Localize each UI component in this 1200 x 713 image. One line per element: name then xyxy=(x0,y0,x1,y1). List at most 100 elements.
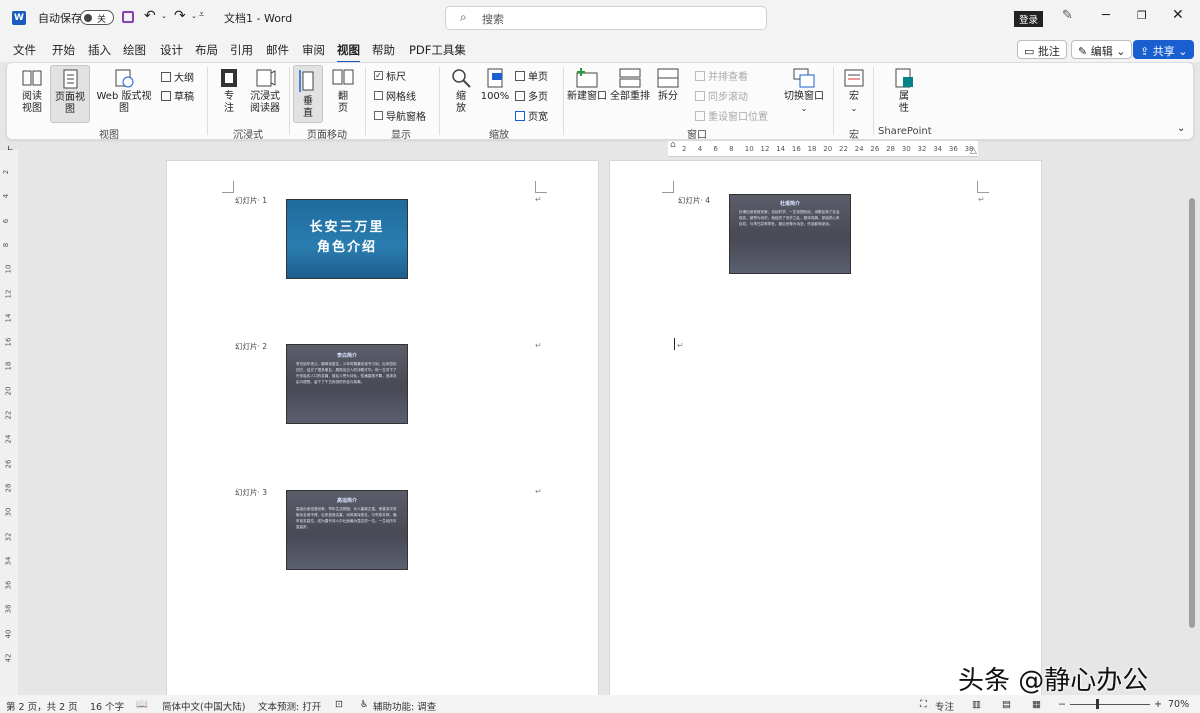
slide-thumbnail-2[interactable]: 李白简介 李白幼年丧父，随母亲居住，少年时期喜欢读书习剑。后来游历四方，结交了很… xyxy=(286,344,408,424)
accessibility-status[interactable]: 辅助功能: 调查 xyxy=(373,699,436,713)
nav-pane-checkbox[interactable]: 导航窗格 xyxy=(374,108,426,123)
zoom-in-icon[interactable]: + xyxy=(1154,699,1162,710)
web-layout-button[interactable]: Web 版式视图 xyxy=(93,67,155,115)
redo-icon[interactable]: ↷ xyxy=(174,8,186,24)
tab-view[interactable]: 视图 xyxy=(337,42,360,63)
zoom-100-button[interactable]: 100% xyxy=(479,67,511,103)
focus-button[interactable]: 专 注 xyxy=(215,67,243,115)
tab-layout[interactable]: 布局 xyxy=(195,42,218,58)
customize-qat-icon[interactable]: ⩡ xyxy=(199,10,204,20)
reset-window-button[interactable]: 重设窗口位置 xyxy=(695,108,768,123)
ruler-number: 16 xyxy=(791,145,801,153)
share-button[interactable]: ⇪ 共享 ⌄ xyxy=(1133,40,1195,59)
login-button[interactable]: 登录 xyxy=(1014,11,1044,27)
macro-record-icon[interactable]: ⊡ xyxy=(335,699,343,710)
slide-label-3: 幻灯片· 3 xyxy=(235,488,268,497)
tab-file[interactable]: 文件 xyxy=(13,42,36,58)
language[interactable]: 简体中文(中国大陆) xyxy=(162,699,245,713)
draft-button[interactable]: 草稿 xyxy=(161,88,194,103)
undo-icon[interactable]: ↶ xyxy=(144,8,156,24)
new-window-button[interactable]: 新建窗口 xyxy=(567,67,607,103)
tab-pdf-tools[interactable]: PDF工具集 xyxy=(409,42,466,58)
word-count[interactable]: 16 个字 xyxy=(90,699,124,713)
immersive-reader-button[interactable]: 沉浸式 阅读器 xyxy=(247,67,283,115)
close-icon[interactable]: ✕ xyxy=(1172,7,1184,23)
sync-scroll-button[interactable]: 同步滚动 xyxy=(695,88,748,103)
tab-design[interactable]: 设计 xyxy=(160,42,183,58)
proofing-icon[interactable]: 📖 xyxy=(136,699,148,710)
draft-label: 草稿 xyxy=(174,92,194,103)
scrollbar-thumb[interactable] xyxy=(1189,198,1195,628)
vertical-scrollbar[interactable] xyxy=(1188,160,1196,693)
zoom-level[interactable]: 70% xyxy=(1168,699,1189,710)
tab-references[interactable]: 引用 xyxy=(230,42,253,58)
zoom-slider-thumb[interactable] xyxy=(1096,699,1099,709)
ruler-number: 6 xyxy=(713,145,718,153)
switch-windows-button[interactable]: 切换窗口 ⌄ xyxy=(783,67,825,115)
focus-mode[interactable]: 专注 xyxy=(935,699,954,713)
tab-mailings[interactable]: 邮件 xyxy=(266,42,289,58)
outline-button[interactable]: 大纲 xyxy=(161,69,194,84)
vertical-scroll-icon xyxy=(299,70,314,92)
gridlines-checkbox[interactable]: 网格线 xyxy=(374,88,416,103)
restore-icon[interactable]: ❐ xyxy=(1137,9,1147,22)
zoom-button[interactable]: 缩 放 xyxy=(447,67,475,115)
autosave-toggle[interactable]: 关 xyxy=(80,10,114,25)
pen-icon[interactable]: ✎ xyxy=(1062,8,1073,23)
view-side-by-side-button[interactable]: 并排查看 xyxy=(695,68,748,83)
vertical-ruler-number: 12 xyxy=(4,289,13,298)
slide-thumbnail-1[interactable]: 长安三万里 角色介绍 xyxy=(286,199,408,279)
print-layout-button[interactable]: 页面视图 xyxy=(50,65,90,123)
web-layout-icon[interactable]: ▦ xyxy=(1032,699,1041,710)
print-layout-icon[interactable]: ▤ xyxy=(1002,699,1011,710)
search-input[interactable]: 搜索 xyxy=(482,11,504,27)
text-prediction[interactable]: 文本预测: 打开 xyxy=(258,699,321,713)
horizontal-ruler[interactable]: ⌂ △ 2 4 6 8 10 12 14 16 18 20 22 24 26 28 30 32 34 36 38 xyxy=(668,140,978,157)
split-button[interactable]: 拆分 xyxy=(653,67,683,103)
page-width-button[interactable]: 页宽 xyxy=(515,108,548,123)
comment-button[interactable]: ▭ 批注 xyxy=(1017,40,1067,59)
read-mode-button[interactable]: 阅读 视图 xyxy=(15,67,49,115)
tab-draw[interactable]: 绘图 xyxy=(123,42,146,58)
read-mode-icon[interactable]: ▥ xyxy=(972,699,981,710)
tab-home[interactable]: 开始 xyxy=(52,42,75,58)
arrange-all-button[interactable]: 全部重排 xyxy=(609,67,651,103)
indent-marker-icon[interactable]: ⌂ xyxy=(670,140,676,150)
slide-thumbnail-4[interactable]: 杜甫简介 杜甫出身官宦世家，自幼好学，一生忧国忧民，诗歌反映了社会现实，被誉为诗… xyxy=(729,194,851,274)
slide-thumbnail-3[interactable]: 高适简介 高适出身没落世家，早年生活贫困，为人豪爽正直。他曾多次求取功名而不得，… xyxy=(286,490,408,570)
minimize-icon[interactable]: ─ xyxy=(1102,8,1110,23)
macros-button[interactable]: 宏 ⌄ xyxy=(839,67,869,115)
tab-help[interactable]: 帮助 xyxy=(372,42,395,58)
macros-label: 宏 xyxy=(849,91,859,102)
one-page-button[interactable]: 单页 xyxy=(515,68,548,83)
accessibility-icon[interactable]: ♿ xyxy=(360,699,369,710)
reader-icon xyxy=(256,69,276,87)
collapse-ribbon-icon[interactable]: ⌄ xyxy=(1177,123,1185,134)
vertical-button[interactable]: 垂 直 xyxy=(293,65,323,123)
redo-dropdown-icon[interactable]: ⌄ xyxy=(191,12,197,20)
watermark: 头条 @静心办公 xyxy=(958,666,1149,696)
side-to-side-icon xyxy=(332,69,354,85)
undo-dropdown-icon[interactable]: ⌄ xyxy=(161,12,167,20)
page-count[interactable]: 第 2 页，共 2 页 xyxy=(6,699,78,713)
slide-2-title: 李白简介 xyxy=(336,353,357,359)
vertical-ruler[interactable]: 2 4 6 8 10 12 14 16 18 20 22 24 26 28 30 32 34 36 38 40 42 xyxy=(0,150,18,695)
side-to-side-button[interactable]: 翻 页 xyxy=(329,67,357,115)
multiple-pages-button[interactable]: 多页 xyxy=(515,88,548,103)
focus-mode-icon[interactable]: ⛶ xyxy=(920,699,927,710)
edit-button[interactable]: ✎ 编辑 ⌄ xyxy=(1071,40,1133,59)
properties-button[interactable]: 属 性 xyxy=(887,67,921,115)
tab-review[interactable]: 审阅 xyxy=(302,42,325,58)
zoom-slider[interactable] xyxy=(1070,699,1150,709)
page-2[interactable]: 幻灯片· 4 杜甫简介 杜甫出身官宦世家，自幼好学，一生忧国忧民，诗歌反映了社会… xyxy=(609,160,1042,696)
vertical-ruler-number: 10 xyxy=(4,264,13,274)
tab-insert[interactable]: 插入 xyxy=(88,42,111,58)
zoom-out-icon[interactable]: − xyxy=(1058,699,1066,710)
page-1[interactable]: 幻灯片· 1 长安三万里 角色介绍 ↵ 幻灯片· 2 李白简介 李白幼年丧父，随… xyxy=(166,160,599,696)
vertical-ruler-number: 26 xyxy=(4,459,13,469)
group-views-label: 视图 xyxy=(99,130,119,141)
save-icon[interactable] xyxy=(122,11,134,23)
ruler-checkbox[interactable]: ✓ 标尺 xyxy=(374,68,406,83)
search-box[interactable]: ⌕ 搜索 xyxy=(445,6,767,30)
ribbon-tabs: 文件 开始 插入 绘图 设计 布局 引用 邮件 审阅 视图 帮助 PDF工具集 … xyxy=(0,36,1200,63)
